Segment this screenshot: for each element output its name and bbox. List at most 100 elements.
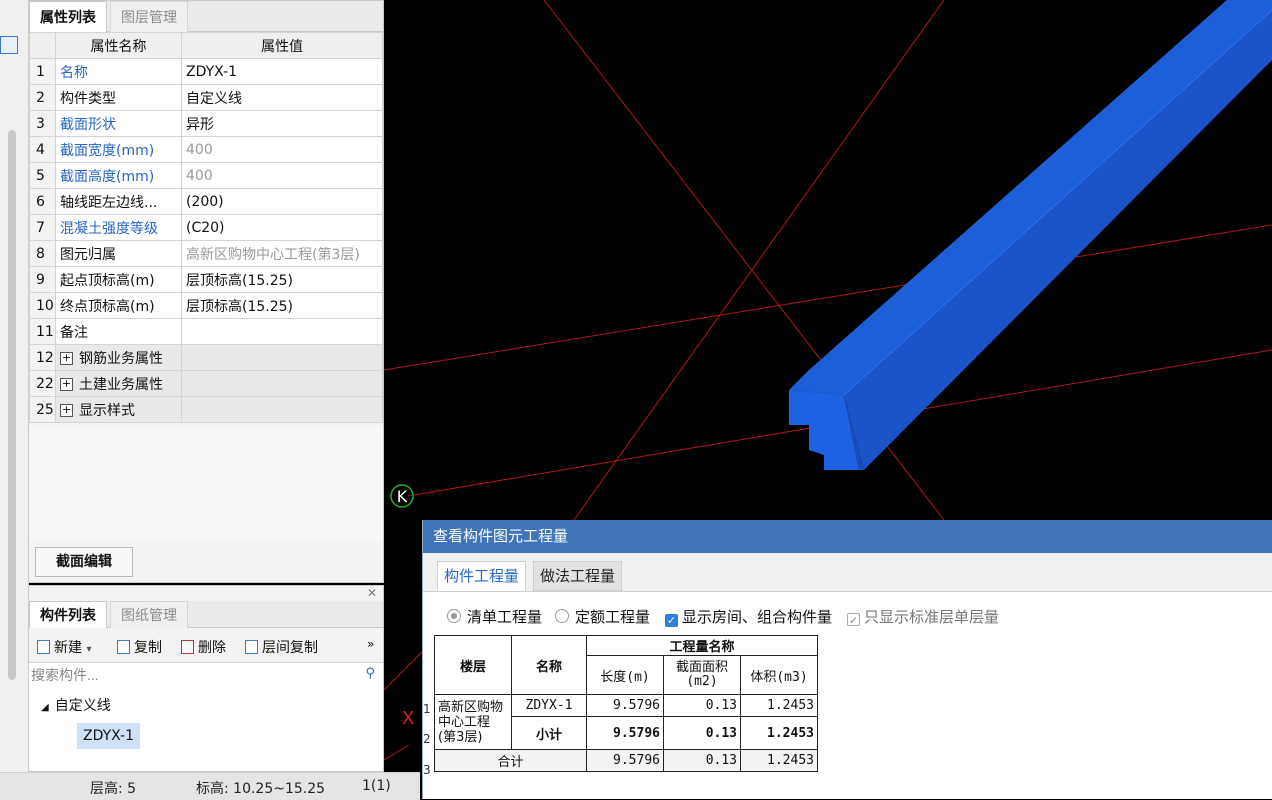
floor-copy-button[interactable]: 层间复制 <box>245 637 318 657</box>
property-row[interactable]: 9 起点顶标高(m) 层顶标高(15.25) <box>29 266 383 293</box>
property-row[interactable]: 2 构件类型 自定义线 <box>29 84 383 111</box>
property-name: 终点顶标高(m) <box>55 292 182 319</box>
tree-category-label: 自定义线 <box>54 698 111 714</box>
property-value[interactable]: 400 <box>181 162 383 189</box>
cell-total-length: 9.5796 <box>586 749 664 772</box>
tab-component-list[interactable]: 构件列表 <box>29 601 107 628</box>
std-floor-label: 只显示标准层单层量 <box>864 608 1000 626</box>
property-group-row[interactable]: 25 + 显示样式 <box>29 396 383 423</box>
property-row[interactable]: 4 截面宽度(mm) 400 <box>29 136 383 163</box>
tab-component-quantity[interactable]: 构件工程量 <box>437 561 527 591</box>
copy-button[interactable]: 复制 <box>117 637 162 657</box>
dialog-options: 清单工程量 定额工程量 ✓ 显示房间、组合构件量 ✓ 只显示标准层单层量 <box>423 602 1272 630</box>
property-row[interactable]: 8 图元归属 高新区购物中心工程(第3层) <box>29 240 383 267</box>
property-value[interactable]: 高新区购物中心工程(第3层) <box>181 240 383 267</box>
dialog-titlebar[interactable]: 查看构件图元工程量 <box>423 520 1272 553</box>
property-row[interactable]: 5 截面高度(mm) 400 <box>29 162 383 189</box>
tab-layer-management[interactable]: 图层管理 <box>110 1 188 32</box>
tree-category[interactable]: ◢ 自定义线 <box>41 695 111 715</box>
cell-length: 9.5796 <box>586 716 664 750</box>
row-number: 22 <box>29 370 56 397</box>
expand-plus-icon[interactable]: + <box>60 404 73 417</box>
new-button[interactable]: 新建 ▾ <box>37 637 91 657</box>
collapse-triangle-icon[interactable]: ◢ <box>41 702 49 713</box>
row-number: 10 <box>29 292 56 319</box>
property-value[interactable]: 异形 <box>181 110 383 137</box>
std-floor-checkbox[interactable]: ✓ 只显示标准层单层量 <box>847 606 999 627</box>
show-rooms-checkbox[interactable]: ✓ 显示房间、组合构件量 <box>665 606 832 627</box>
quantity-table: 楼层 名称 工程量名称 长度(m) 截面面积(m2) 体积(m3) 高新区购物中… <box>434 635 818 772</box>
row-number: 11 <box>29 318 56 345</box>
elevation-status: 标高: 10.25~15.25 <box>196 781 326 797</box>
list-qty-label: 清单工程量 <box>467 608 543 626</box>
search-icon[interactable]: ⚲ <box>365 666 375 681</box>
minimize-icon[interactable] <box>1265 520 1272 553</box>
component-tree: ◢ 自定义线 ZDYX-1 <box>29 687 383 771</box>
cell-name: 小计 <box>511 716 587 750</box>
header-length: 长度(m) <box>586 655 664 695</box>
property-row[interactable]: 1 名称 ZDYX-1 <box>29 58 383 85</box>
property-value[interactable]: (200) <box>181 188 383 215</box>
group-name: 土建业务属性 <box>79 376 163 393</box>
tab-method-quantity[interactable]: 做法工程量 <box>533 561 623 591</box>
table-total-row[interactable]: 合计 9.5796 0.13 1.2453 <box>434 749 818 772</box>
property-name: 构件类型 <box>55 84 182 111</box>
property-value[interactable] <box>181 318 383 345</box>
cell-name: ZDYX-1 <box>511 694 587 717</box>
tab-drawing-management[interactable]: 图纸管理 <box>110 601 188 628</box>
section-edit-button[interactable]: 截面编辑 <box>35 547 133 577</box>
row-number: 3 <box>29 110 56 137</box>
row-number: 25 <box>29 396 56 423</box>
cell-total-area: 0.13 <box>663 749 741 772</box>
floor-height-status: 层高: 5 <box>90 781 137 797</box>
list-qty-radio[interactable]: 清单工程量 <box>447 606 542 627</box>
row-number: 8 <box>29 240 56 267</box>
dropdown-arrow-icon[interactable]: ▾ <box>86 644 91 655</box>
property-value[interactable]: 400 <box>181 136 383 163</box>
property-row[interactable]: 11 备注 <box>29 318 383 345</box>
status-bar: 层高: 5 标高: 10.25~15.25 1(1) <box>0 772 420 800</box>
property-row[interactable]: 3 截面形状 异形 <box>29 110 383 137</box>
dialog-title: 查看构件图元工程量 <box>433 527 569 545</box>
floor-copy-icon <box>245 640 258 654</box>
group-name: 显示样式 <box>79 402 135 419</box>
more-tools-icon[interactable]: » <box>367 637 374 651</box>
property-row[interactable]: 7 混凝土强度等级 (C20) <box>29 214 383 241</box>
show-rooms-label: 显示房间、组合构件量 <box>682 608 833 626</box>
row-number: 1 <box>29 58 56 85</box>
search-input[interactable] <box>29 663 353 687</box>
cell-area: 0.13 <box>663 694 741 717</box>
property-value[interactable]: 层顶标高(15.25) <box>181 292 383 319</box>
property-value[interactable]: ZDYX-1 <box>181 58 383 85</box>
property-name: 截面高度(mm) <box>55 162 182 189</box>
header-name: 名称 <box>511 635 587 695</box>
panel-toggle-icon[interactable] <box>0 36 18 54</box>
group-value <box>181 344 383 371</box>
table-row[interactable]: 高新区购物中心工程(第3层) ZDYX-1 9.5796 0.13 1.2453 <box>434 694 818 750</box>
component-list-panel: ✕ 构件列表 图纸管理 新建 ▾ 复制 删除 层间复制 » ⚲ ◢ 自定义线 ZD… <box>28 585 384 772</box>
property-value[interactable]: (C20) <box>181 214 383 241</box>
property-group-row[interactable]: 22 + 土建业务属性 <box>29 370 383 397</box>
row-number: 4 <box>29 136 56 163</box>
delete-button[interactable]: 删除 <box>181 637 226 657</box>
tab-property-list[interactable]: 属性列表 <box>29 1 107 32</box>
checkbox-checked-icon: ✓ <box>665 614 678 627</box>
expand-plus-icon[interactable]: + <box>60 352 73 365</box>
property-value[interactable]: 自定义线 <box>181 84 383 111</box>
row-number: 12 <box>29 344 56 371</box>
header-area: 截面面积(m2) <box>663 655 741 695</box>
close-icon[interactable]: ✕ <box>367 586 377 600</box>
row-number: 3 <box>423 763 431 777</box>
quota-qty-radio[interactable]: 定额工程量 <box>555 606 650 627</box>
property-group-row[interactable]: 12 + 钢筋业务属性 <box>29 344 383 371</box>
property-value[interactable]: 层顶标高(15.25) <box>181 266 383 293</box>
property-name: 截面形状 <box>55 110 182 137</box>
left-scrollbar[interactable] <box>8 130 16 680</box>
property-row[interactable]: 6 轴线距左边线... (200) <box>29 188 383 215</box>
property-row[interactable]: 10 终点顶标高(m) 层顶标高(15.25) <box>29 292 383 319</box>
expand-plus-icon[interactable]: + <box>60 378 73 391</box>
row-number: 2 <box>423 732 431 746</box>
tree-item-selected[interactable]: ZDYX-1 <box>77 723 141 749</box>
new-label: 新建 <box>54 640 82 656</box>
property-empty-area <box>29 427 382 541</box>
